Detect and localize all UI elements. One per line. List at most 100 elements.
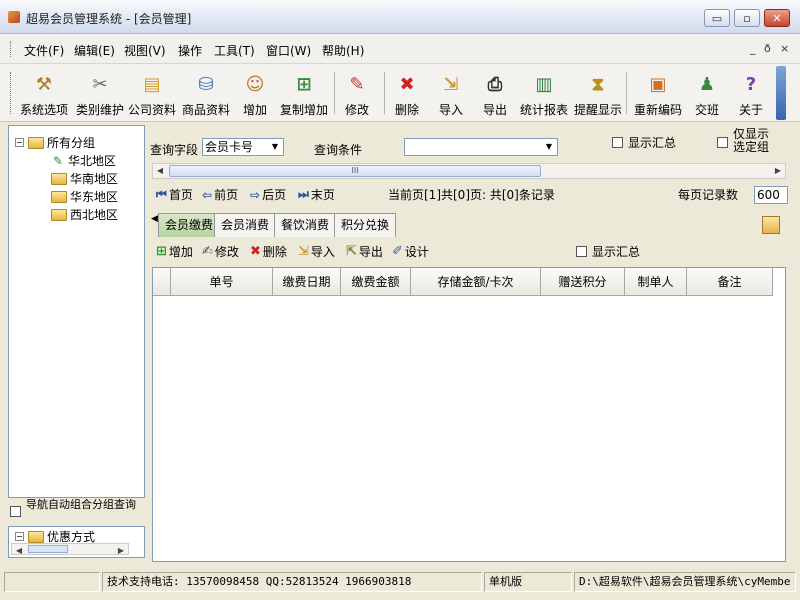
tree-root-all-groups[interactable]: − 所有分组 [15, 134, 95, 151]
mdi-restore-button[interactable]: ð [764, 42, 771, 55]
tree-item-east-china[interactable]: 华东地区 [51, 188, 118, 205]
group-tree-panel: − 所有分组 ✎ 华北地区 华南地区 华东地区 西北地区 [8, 125, 145, 498]
sub-delete-button[interactable]: ✖ 删除 [250, 243, 287, 260]
delete-button[interactable]: ✖ 删除 [394, 67, 420, 119]
close-button[interactable]: ✕ [764, 9, 790, 27]
only-selected-label: 仅显示选定组 [733, 127, 770, 154]
sub-add-button[interactable]: ⊞ 增加 [156, 243, 193, 260]
first-page-button[interactable]: ⏮ 首页 [156, 186, 193, 203]
sub-design-button[interactable]: ✐ 设计 [392, 243, 429, 260]
tree-item-north-china[interactable]: ✎ 华北地区 [51, 152, 116, 169]
col-remarks[interactable]: 备注 [687, 268, 773, 296]
tree-collapse-toggle[interactable]: − [15, 138, 24, 147]
scroll-left-icon[interactable]: ◀ [12, 545, 26, 557]
tools-icon: ✂ [92, 73, 108, 95]
folder-icon [51, 190, 67, 203]
tab-member-payment[interactable]: 会员缴费 [158, 213, 221, 237]
main-toolbar: ⚒ 系统选项 ✂ 类别维护 ▤ 公司资料 ⛁ 商品资料 ☺ 增加 ⊞ 复制增加 … [0, 64, 800, 122]
import-button[interactable]: ⇲ 导入 [438, 67, 464, 119]
tree-item-south-china[interactable]: 华南地区 [51, 170, 118, 187]
minimize-button[interactable]: ▭ [704, 9, 730, 27]
status-empty-cell [4, 572, 100, 592]
export-button[interactable]: ⎙ 导出 [482, 67, 508, 119]
discount-tree-hscroll[interactable]: ◀ ▶ [11, 543, 129, 555]
nav-auto-combine-checkbox[interactable] [10, 506, 21, 517]
recode-button[interactable]: ▣ 重新编码 [634, 67, 682, 119]
company-info-button[interactable]: ▤ 公司资料 [128, 67, 176, 119]
menu-help[interactable]: 帮助(H) [322, 42, 364, 59]
sub-show-summary-label: 显示汇总 [592, 245, 641, 259]
system-options-button[interactable]: ⚒ 系统选项 [20, 67, 68, 119]
folder-icon [51, 208, 67, 221]
col-order-no[interactable]: 单号 [171, 268, 273, 296]
query-condition-select[interactable]: ▼ [404, 138, 558, 156]
mdi-minimize-button[interactable]: _ [750, 42, 756, 55]
mdi-close-button[interactable]: × [780, 42, 789, 55]
close-icon: ✕ [772, 11, 782, 25]
only-selected-checkbox[interactable] [717, 137, 728, 148]
chart-icon: ▥ [535, 73, 553, 95]
col-payment-amount[interactable]: 缴费金额 [341, 268, 411, 296]
chevron-down-icon[interactable]: ▼ [268, 140, 282, 154]
statistics-report-button[interactable]: ▥ 统计报表 [520, 67, 568, 119]
notebook-icon[interactable] [762, 216, 780, 234]
menu-edit[interactable]: 编辑(E) [74, 42, 115, 59]
last-page-button[interactable]: ⏭ 末页 [298, 186, 335, 203]
col-payment-date[interactable]: 缴费日期 [273, 268, 341, 296]
sub-export-button[interactable]: ⇱ 导出 [346, 243, 383, 260]
menu-operate[interactable]: 操作 [178, 42, 202, 59]
toolbar-overflow-handle[interactable] [776, 66, 786, 120]
scroll-right-icon[interactable]: ▶ [114, 545, 128, 557]
edit-button[interactable]: ✎ 修改 [344, 67, 370, 119]
scroll-thumb[interactable]: III [169, 165, 541, 177]
tree-item-northwest[interactable]: 西北地区 [51, 206, 118, 223]
status-path: D:\超易软件\超易会员管理系统\cyMembe [574, 572, 796, 592]
handover-button[interactable]: ♟ 交班 [694, 67, 720, 119]
design-icon: ✐ [392, 244, 403, 259]
category-maintain-button[interactable]: ✂ 类别维护 [76, 67, 124, 119]
app-icon [8, 11, 20, 23]
menu-tools[interactable]: 工具(T) [214, 42, 255, 59]
chevron-down-icon[interactable]: ▼ [542, 140, 556, 154]
copy-add-button[interactable]: ⊞ 复制增加 [280, 67, 328, 119]
handover-icon: ♟ [698, 73, 716, 95]
tab-dining-consumption[interactable]: 餐饮消费 [274, 213, 337, 237]
scroll-right-icon[interactable]: ▶ [771, 165, 785, 177]
add-user-icon: ☺ [245, 73, 265, 95]
query-condition-label: 查询条件 [314, 143, 363, 157]
scroll-left-icon[interactable]: ◀ [153, 165, 167, 177]
tab-member-consumption[interactable]: 会员消费 [214, 213, 277, 237]
col-creator[interactable]: 制单人 [625, 268, 687, 296]
menu-view[interactable]: 视图(V) [124, 42, 166, 59]
reminder-display-button[interactable]: ⧗ 提醒显示 [574, 67, 622, 119]
toolbar-grip[interactable] [10, 72, 13, 114]
col-stored-amount[interactable]: 存储金额/卡次 [411, 268, 541, 296]
sub-import-button[interactable]: ⇲ 导入 [298, 243, 335, 260]
per-page-input[interactable]: 600 [754, 186, 788, 204]
sub-show-summary-checkbox[interactable] [576, 246, 587, 257]
menu-window[interactable]: 窗口(W) [266, 42, 311, 59]
prev-page-button[interactable]: ⇦ 前页 [202, 186, 238, 203]
show-summary-label: 显示汇总 [628, 136, 677, 150]
add-button[interactable]: ☺ 增加 [242, 67, 268, 119]
delete-x-icon: ✖ [399, 73, 415, 95]
sub-edit-button[interactable]: ✍ 修改 [202, 243, 239, 260]
tab-points-redeem[interactable]: 积分兑换 [334, 213, 397, 237]
scroll-thumb[interactable] [28, 545, 68, 553]
menu-grip[interactable] [10, 41, 13, 57]
col-bonus-points[interactable]: 赠送积分 [541, 268, 625, 296]
query-hscroll[interactable]: ◀ III ▶ [152, 163, 786, 179]
query-field-select[interactable]: 会员卡号 ▼ [202, 138, 284, 156]
goods-info-button[interactable]: ⛁ 商品资料 [182, 67, 230, 119]
about-button[interactable]: ? 关于 [738, 67, 764, 119]
show-summary-checkbox[interactable] [612, 137, 623, 148]
restore-button[interactable]: ▫ [734, 9, 760, 27]
tree-collapse-toggle[interactable]: − [15, 532, 24, 541]
restore-icon: ▫ [743, 11, 751, 25]
menu-file[interactable]: 文件(F) [24, 42, 64, 59]
copy-add-icon: ⊞ [296, 73, 312, 95]
tab-scroll-left-icon[interactable]: ◀ [151, 214, 158, 224]
add-icon: ⊞ [156, 244, 167, 259]
next-page-button[interactable]: ⇨ 后页 [250, 186, 286, 203]
edit-icon: ✍ [202, 244, 213, 259]
